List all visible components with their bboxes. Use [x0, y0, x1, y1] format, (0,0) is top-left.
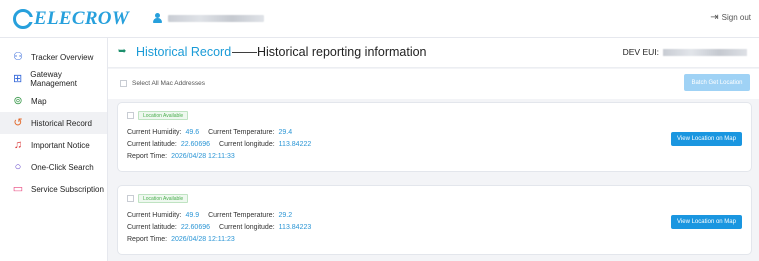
sidebar-item-historical-record[interactable]: ↺ Historical Record [0, 112, 107, 134]
sidebar-item-label: Service Subscription [31, 184, 104, 194]
user-icon [153, 13, 162, 23]
sidebar-item-label: Gateway Management [30, 70, 77, 88]
record-line-time: Report Time: 2026/04/28 12:11:23 [127, 236, 235, 243]
record-line-climate: Current Humidity: 49.9 Current Temperature… [127, 212, 292, 219]
record-card: Location Available Current Humidity: 49.9… [117, 185, 752, 255]
page-header: ➥ Historical Record ——Historical reporti… [108, 38, 759, 68]
humidity-label: Current Humidity: [127, 129, 182, 136]
longitude-label: Current longitude: [219, 224, 275, 231]
report-time-value: 2026/04/28 12:11:33 [171, 153, 235, 160]
record-checkbox[interactable] [127, 112, 134, 119]
report-time-value: 2026/04/28 12:11:23 [171, 236, 235, 243]
longitude-value: 113.84223 [278, 224, 312, 231]
record-line-climate: Current Humidity: 49.6 Current Temperature… [127, 129, 292, 136]
sign-out-button[interactable]: ⇥ Sign out [710, 12, 751, 23]
map-icon: ⊚ [13, 95, 23, 107]
tracker-icon: ⚇ [13, 51, 23, 63]
record-line-coordinates: Current latitude: 22.60696 Current longitu… [127, 141, 311, 148]
elecrow-logo[interactable]: ELECROW [13, 8, 129, 30]
humidity-label: Current Humidity: [127, 212, 182, 219]
temperature-label: Current Temperature: [208, 212, 275, 219]
temperature-value: 29.2 [278, 212, 293, 219]
record-line-coordinates: Current latitude: 22.60696 Current longitu… [127, 224, 311, 231]
record-line-time: Report Time: 2026/04/28 12:11:33 [127, 153, 235, 160]
latitude-value: 22.60696 [180, 141, 211, 148]
search-icon: ○ [14, 161, 22, 173]
longitude-label: Current longitude: [219, 141, 275, 148]
page-title: Historical Record [136, 45, 232, 59]
dev-eui-value-redacted [663, 48, 747, 56]
sidebar-item-service-subscription[interactable]: ▭ Service Subscription [0, 178, 107, 200]
sidebar-item-gateway-management[interactable]: ⊞ Gateway Management [0, 68, 107, 90]
logo-mark-icon [13, 9, 34, 29]
sidebar-item-one-click-search[interactable]: ○ One-Click Search [0, 156, 107, 178]
top-bar: ELECROW ⇥ Sign out [0, 0, 759, 38]
status-badge: Location Available [138, 111, 189, 120]
sidebar-item-label: Historical Record [31, 118, 92, 128]
selection-toolbar: Select All Mac Addresses Batch Get Locat… [108, 69, 759, 99]
view-location-on-map-button[interactable]: View Location on Map [671, 132, 742, 146]
record-card: Location Available Current Humidity: 49.6… [117, 102, 752, 172]
latitude-label: Current latitude: [127, 141, 177, 148]
main-content: ➥ Historical Record ——Historical reporti… [108, 38, 759, 261]
record-checkbox[interactable] [127, 195, 134, 202]
report-time-label: Report Time: [127, 236, 168, 243]
dev-eui-label: DEV EUI: [622, 47, 659, 57]
longitude-value: 113.84222 [278, 141, 312, 148]
logo-text: ELECROW [34, 8, 130, 29]
sidebar-item-important-notice[interactable]: ♫ Important Notice [0, 134, 107, 156]
sidebar-item-label: Tracker Overview [31, 52, 94, 62]
sidebar: ⚇ Tracker Overview ⊞ Gateway Management … [0, 38, 108, 261]
humidity-value: 49.9 [185, 212, 200, 219]
sign-out-icon: ⇥ [710, 12, 719, 23]
select-all-checkbox[interactable] [120, 80, 127, 87]
batch-get-location-button[interactable]: Batch Get Location [684, 74, 750, 91]
bell-icon: ♫ [13, 139, 23, 151]
sidebar-item-tracker-overview[interactable]: ⚇ Tracker Overview [0, 46, 107, 68]
sidebar-item-label: One-Click Search [31, 162, 94, 172]
temperature-value: 29.4 [278, 129, 293, 136]
back-arrow-icon[interactable]: ➥ [118, 46, 126, 57]
latitude-label: Current latitude: [127, 224, 177, 231]
sidebar-item-label: Important Notice [31, 140, 90, 150]
sidebar-item-label: Map [31, 96, 47, 106]
page-subtitle: ——Historical reporting information [232, 45, 427, 59]
sidebar-item-map[interactable]: ⊚ Map [0, 90, 107, 112]
history-icon: ↺ [13, 117, 23, 129]
select-all-label: Select All Mac Addresses [132, 80, 205, 87]
report-time-label: Report Time: [127, 153, 168, 160]
view-location-on-map-button[interactable]: View Location on Map [671, 215, 742, 229]
subscription-icon: ▭ [12, 183, 24, 195]
user-name-redacted [168, 14, 264, 22]
latitude-value: 22.60696 [180, 224, 211, 231]
user-account[interactable] [153, 13, 264, 23]
temperature-label: Current Temperature: [208, 129, 275, 136]
sign-out-label: Sign out [721, 13, 751, 22]
dev-eui: DEV EUI: [623, 47, 747, 57]
status-badge: Location Available [138, 194, 189, 203]
humidity-value: 49.6 [185, 129, 200, 136]
gateway-icon: ⊞ [13, 73, 23, 85]
